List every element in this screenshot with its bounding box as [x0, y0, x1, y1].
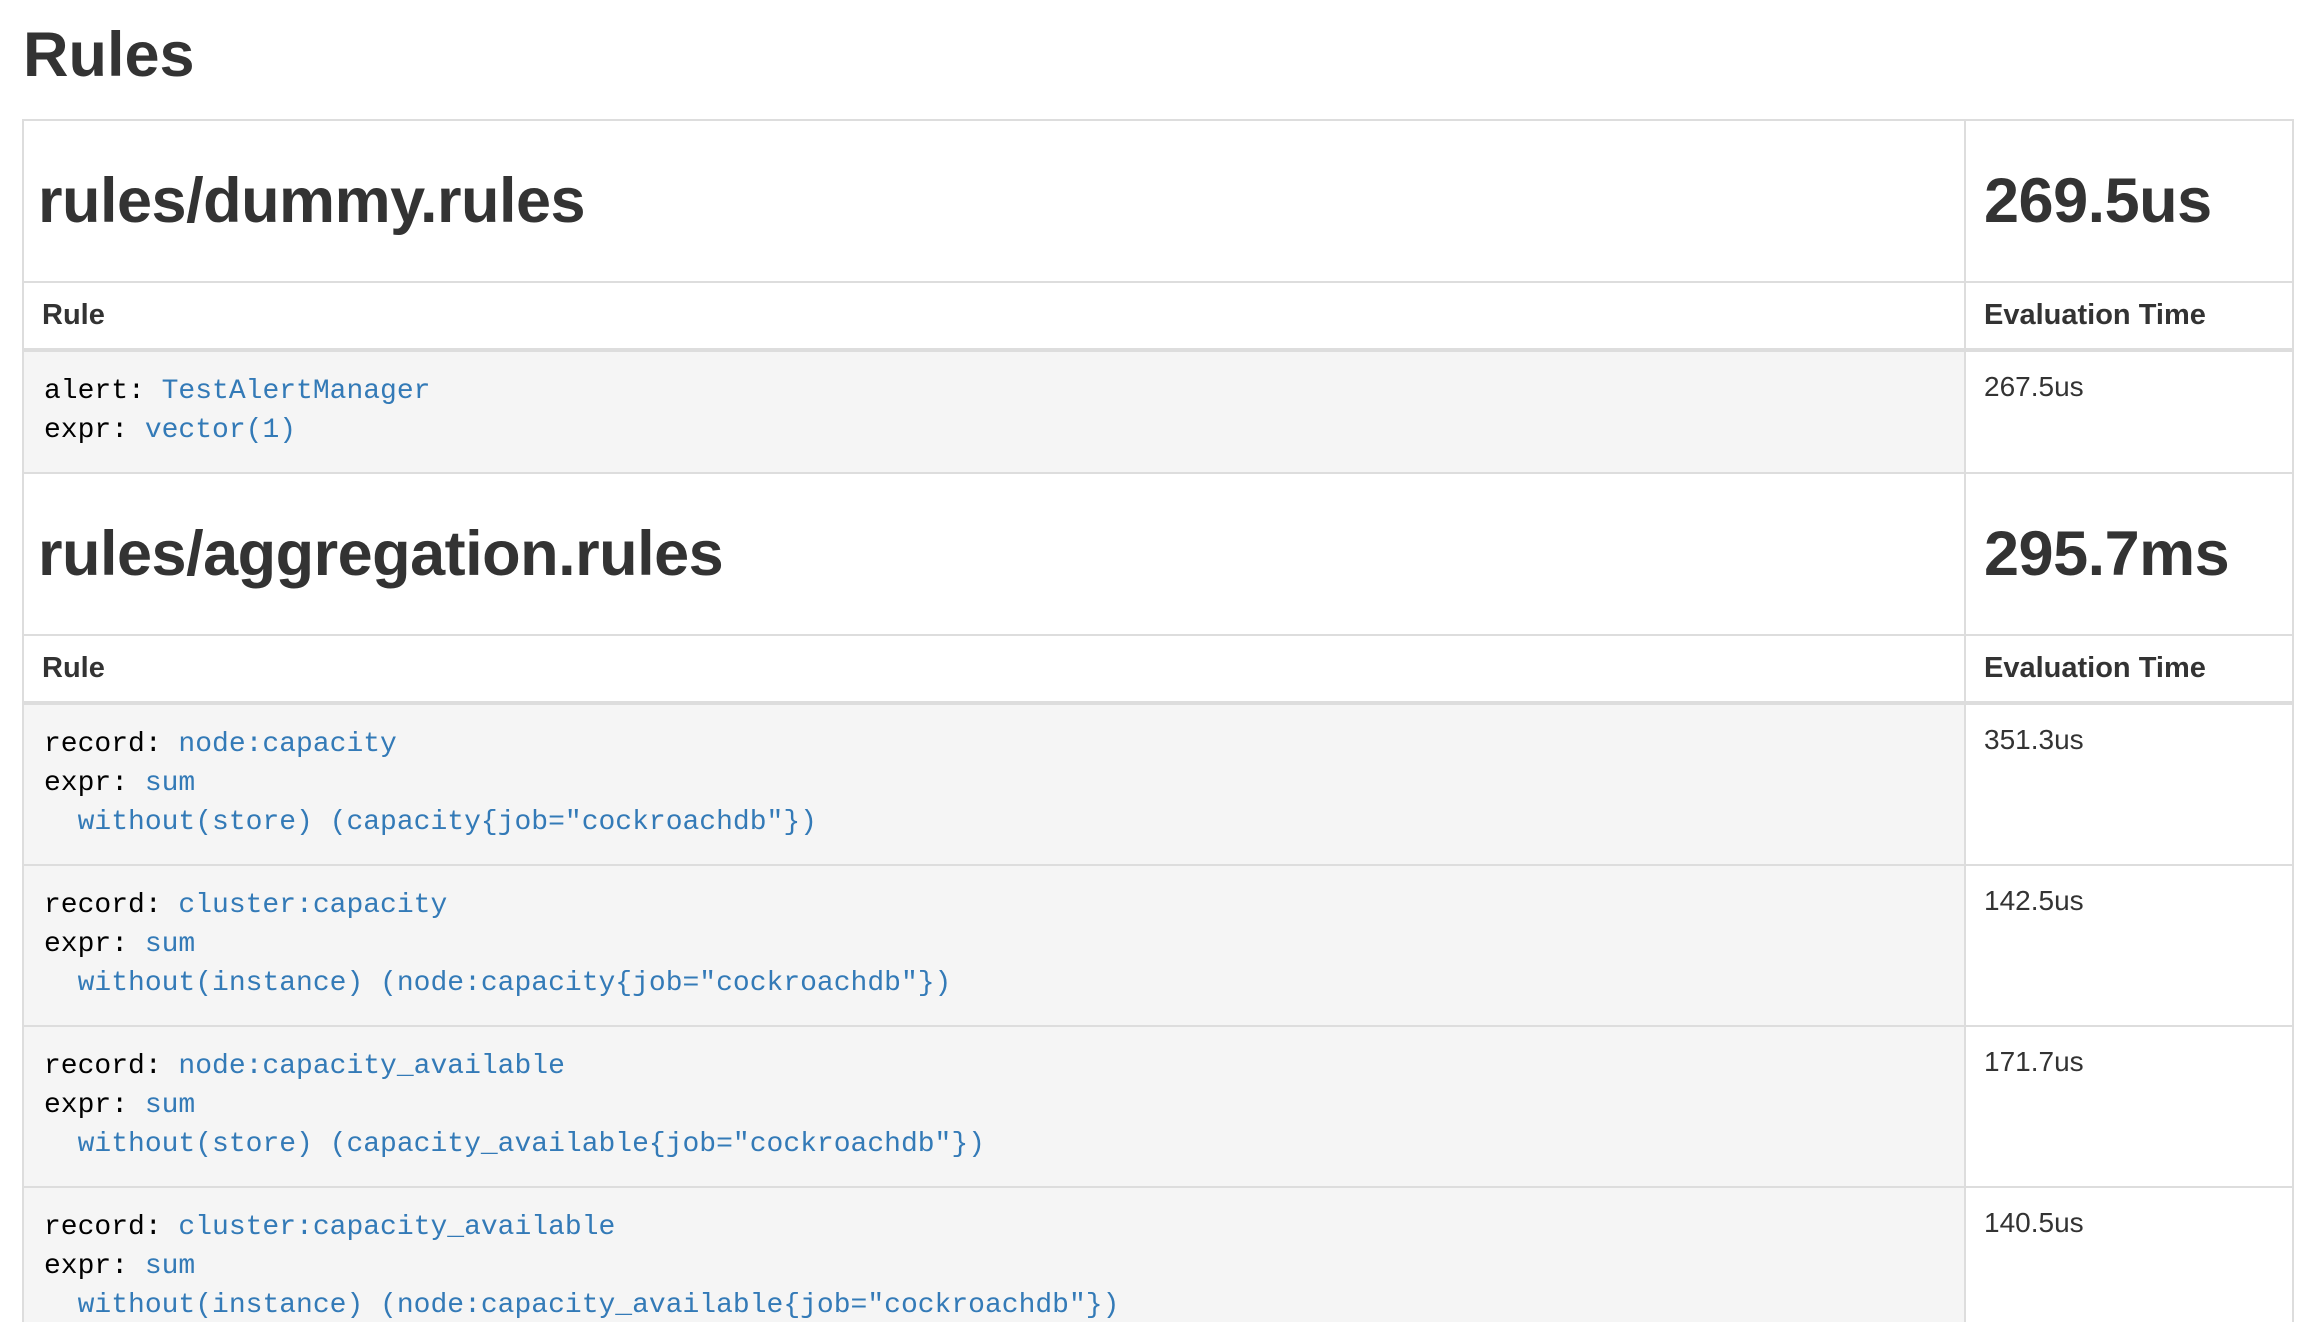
rule-code-line: without(store) (capacity_available{job="… [44, 1125, 1944, 1164]
code-keyword-alert: alert: [44, 376, 162, 407]
rule-code-line: expr: sum [44, 925, 1944, 964]
expr-link[interactable]: sum [145, 1251, 195, 1282]
code-keyword-expr: expr: [44, 415, 145, 446]
code-keyword-expr: expr: [44, 1251, 145, 1282]
group-file-name: rules/aggregation.rules [23, 473, 1965, 635]
rule-evaluation-time: 140.5us [1965, 1187, 2293, 1322]
rule-definition-cell: record: node:capacity expr: sum without(… [23, 703, 1965, 865]
rule-definition-cell: record: cluster:capacity_available expr:… [23, 1187, 1965, 1322]
rule-evaluation-time: 142.5us [1965, 865, 2293, 1026]
evaluation-time-column-header: Evaluation Time [1965, 635, 2293, 703]
column-header-row: Rule Evaluation Time [23, 635, 2293, 703]
code-indent [44, 1290, 78, 1321]
rule-code-line: without(store) (capacity{job="cockroachd… [44, 803, 1944, 842]
expr-link[interactable]: vector(1) [145, 415, 296, 446]
rule-definition-cell: record: cluster:capacity expr: sum witho… [23, 865, 1965, 1026]
alert-name-link[interactable]: TestAlertManager [162, 376, 431, 407]
rule-row: record: node:capacity_available expr: su… [23, 1026, 2293, 1187]
rule-code-line: without(instance) (node:capacity_availab… [44, 1286, 1944, 1322]
rule-code-line: record: node:capacity [44, 725, 1944, 764]
code-keyword-record: record: [44, 729, 178, 760]
rules-table: rules/dummy.rules 269.5us Rule Evaluatio… [22, 119, 2294, 1322]
code-keyword-expr: expr: [44, 1090, 145, 1121]
code-indent [44, 1129, 78, 1160]
rule-row: alert: TestAlertManager expr: vector(1) … [23, 350, 2293, 473]
rule-code-line: expr: sum [44, 764, 1944, 803]
rule-column-header: Rule [23, 635, 1965, 703]
group-header-row: rules/aggregation.rules 295.7ms [23, 473, 2293, 635]
code-keyword-record: record: [44, 890, 178, 921]
rule-definition-cell: record: node:capacity_available expr: su… [23, 1026, 1965, 1187]
expr-continuation-link[interactable]: without(instance) (node:capacity_availab… [78, 1290, 1120, 1321]
code-keyword-record: record: [44, 1212, 178, 1243]
code-keyword-expr: expr: [44, 929, 145, 960]
rule-code-line: expr: vector(1) [44, 411, 1944, 450]
expr-continuation-link[interactable]: without(instance) (node:capacity{job="co… [78, 968, 952, 999]
expr-continuation-link[interactable]: without(store) (capacity_available{job="… [78, 1129, 985, 1160]
rule-group-dummy: rules/dummy.rules 269.5us Rule Evaluatio… [23, 120, 2293, 473]
record-name-link[interactable]: node:capacity_available [178, 1051, 564, 1082]
record-name-link[interactable]: node:capacity [178, 729, 396, 760]
record-name-link[interactable]: cluster:capacity [178, 890, 447, 921]
group-evaluation-time: 269.5us [1965, 120, 2293, 282]
rule-code-line: expr: sum [44, 1086, 1944, 1125]
rule-code-line: record: node:capacity_available [44, 1047, 1944, 1086]
rule-evaluation-time: 351.3us [1965, 703, 2293, 865]
expr-link[interactable]: sum [145, 1090, 195, 1121]
rule-evaluation-time: 171.7us [1965, 1026, 2293, 1187]
rule-code-line: expr: sum [44, 1247, 1944, 1286]
rule-row: record: cluster:capacity_available expr:… [23, 1187, 2293, 1322]
rule-definition-cell: alert: TestAlertManager expr: vector(1) [23, 350, 1965, 473]
evaluation-time-column-header: Evaluation Time [1965, 282, 2293, 350]
expr-continuation-link[interactable]: without(store) (capacity{job="cockroachd… [78, 807, 817, 838]
rule-column-header: Rule [23, 282, 1965, 350]
expr-link[interactable]: sum [145, 929, 195, 960]
rule-code-line: record: cluster:capacity [44, 886, 1944, 925]
rule-group-aggregation: rules/aggregation.rules 295.7ms Rule Eva… [23, 473, 2293, 1322]
rule-code-line: record: cluster:capacity_available [44, 1208, 1944, 1247]
code-indent [44, 968, 78, 999]
code-keyword-record: record: [44, 1051, 178, 1082]
group-file-name: rules/dummy.rules [23, 120, 1965, 282]
group-evaluation-time: 295.7ms [1965, 473, 2293, 635]
column-header-row: Rule Evaluation Time [23, 282, 2293, 350]
rule-row: record: cluster:capacity expr: sum witho… [23, 865, 2293, 1026]
record-name-link[interactable]: cluster:capacity_available [178, 1212, 615, 1243]
rule-evaluation-time: 267.5us [1965, 350, 2293, 473]
code-keyword-expr: expr: [44, 768, 145, 799]
rule-row: record: node:capacity expr: sum without(… [23, 703, 2293, 865]
rule-code-line: without(instance) (node:capacity{job="co… [44, 964, 1944, 1003]
page-title: Rules [23, 20, 2294, 91]
rule-code-line: alert: TestAlertManager [44, 372, 1944, 411]
expr-link[interactable]: sum [145, 768, 195, 799]
code-indent [44, 807, 78, 838]
rules-page: Rules rules/dummy.rules 269.5us Rule Eva… [0, 20, 2316, 1322]
group-header-row: rules/dummy.rules 269.5us [23, 120, 2293, 282]
